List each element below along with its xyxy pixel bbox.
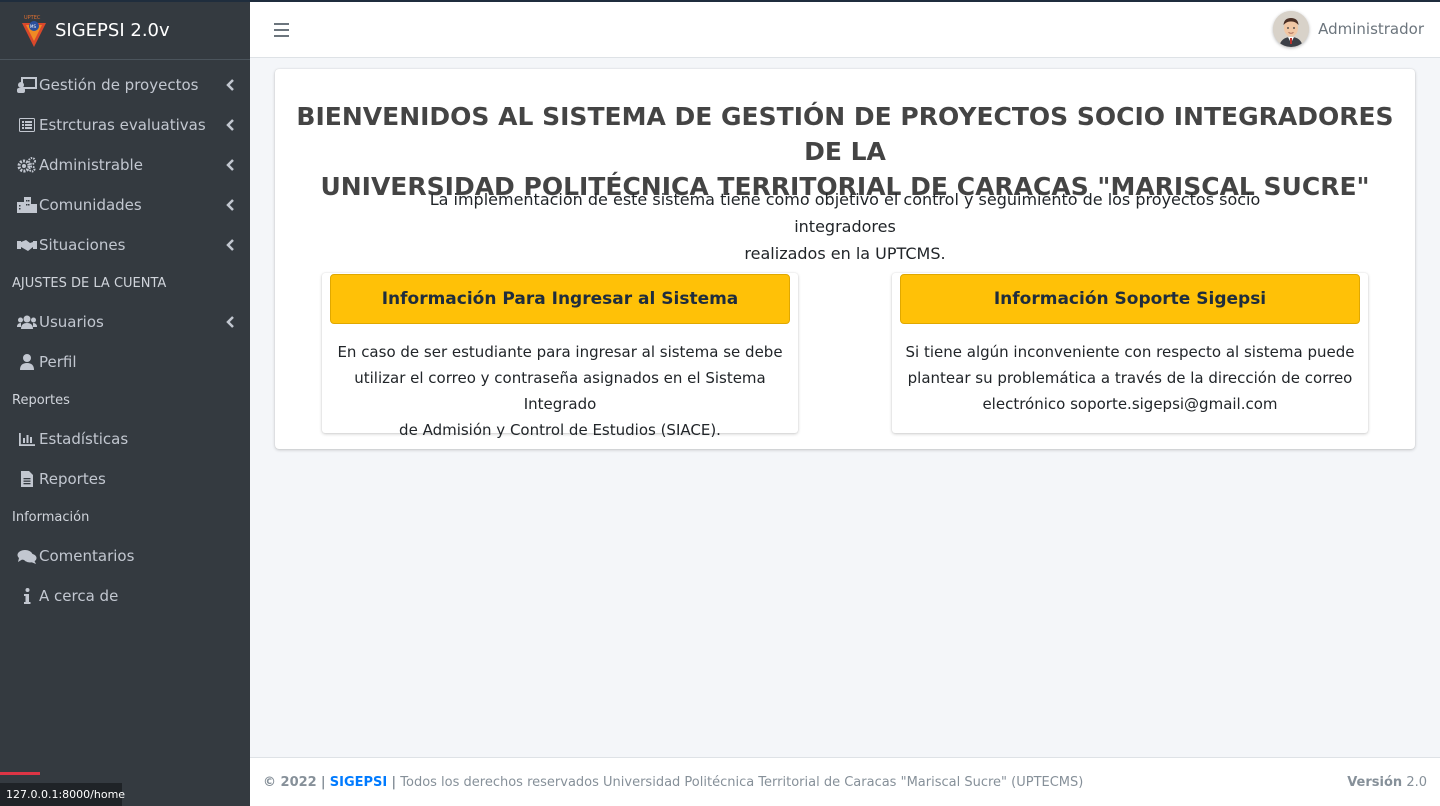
support-info-line-1: Si tiene algún inconveniente con respect… (905, 343, 1355, 361)
file-alt-icon (16, 471, 38, 487)
sidebar-item-usuarios[interactable]: Usuarios (0, 302, 250, 342)
footer-copyright: © 2022 (263, 774, 317, 790)
sidebar-item-label: Comentarios (39, 547, 135, 565)
sidebar-item-label: Administrable (39, 156, 143, 174)
handshake-icon (16, 237, 38, 253)
support-info-line-3: electrónico soporte.sigepsi@gmail.com (982, 395, 1278, 413)
hamburger-menu-icon[interactable] (274, 23, 289, 37)
sidebar-item-situaciones[interactable]: Situaciones (0, 225, 250, 265)
comments-icon (16, 548, 38, 564)
sidebar-item-label: Estadísticas (39, 430, 129, 448)
sidebar-item-estadisticas[interactable]: Estadísticas (0, 419, 250, 459)
nav-header-reports: Reportes (12, 393, 70, 408)
svg-text:UPTEC: UPTEC (24, 15, 41, 21)
sidebar: UPTEC MS SIGEPSI 2.0v Gestión de proyect… (0, 0, 250, 806)
login-info-line-1: En caso de ser estudiante para ingresar … (337, 343, 783, 361)
sidebar-item-acerca-de[interactable]: A cerca de (0, 576, 250, 616)
cogs-icon (16, 157, 38, 173)
sidebar-item-label: Estrcturas evaluativas (39, 116, 206, 134)
support-info-button[interactable]: Información Soporte Sigepsi (900, 274, 1360, 324)
info-card-login: Información Para Ingresar al Sistema En … (322, 273, 798, 439)
footer-rights: Todos los derechos reservados Universida… (400, 774, 1084, 790)
sidebar-item-reportes[interactable]: Reportes (0, 459, 250, 499)
page-subtitle-line-1: La implementación de este sistema tiene … (429, 190, 1261, 236)
brand-logo-icon: UPTEC MS (20, 13, 48, 49)
sidebar-item-administrable[interactable]: Administrable (0, 145, 250, 185)
sidebar-item-label: Usuarios (39, 313, 104, 331)
users-icon (16, 314, 38, 330)
brand-link[interactable]: UPTEC MS SIGEPSI 2.0v (0, 2, 250, 60)
user-menu[interactable]: Administrador (1273, 11, 1424, 47)
page-subtitle: La implementación de este sistema tiene … (395, 186, 1295, 267)
footer-version-value: 2.0 (1406, 774, 1427, 790)
sidebar-item-estructuras-evaluativas[interactable]: Estrcturas evaluativas (0, 105, 250, 145)
brand-title: SIGEPSI 2.0v (55, 20, 170, 41)
footer-separator: | (391, 774, 397, 790)
sidebar-item-label: A cerca de (39, 587, 119, 605)
footer: © 2022 | SIGEPSI | Todos los derechos re… (250, 757, 1440, 806)
info-icon (16, 588, 38, 604)
chevron-left-icon (226, 79, 234, 91)
support-info-text: Si tiene algún inconveniente con respect… (902, 339, 1358, 417)
list-alt-icon (16, 117, 38, 133)
info-card-support: Información Soporte Sigepsi Si tiene alg… (892, 273, 1368, 433)
page-subtitle-line-2: realizados en la UPTCMS. (744, 244, 946, 263)
sidebar-item-label: Comunidades (39, 196, 142, 214)
sidebar-item-label: Gestión de proyectos (39, 76, 199, 94)
chevron-left-icon (226, 119, 234, 131)
chevron-left-icon (226, 159, 234, 171)
page-title-line-1: BIENVENIDOS AL SISTEMA DE GESTIÓN DE PRO… (296, 102, 1394, 166)
status-indicator (0, 772, 40, 775)
sidebar-item-gestion-proyectos[interactable]: Gestión de proyectos (0, 65, 250, 105)
sidebar-item-comentarios[interactable]: Comentarios (0, 536, 250, 576)
chevron-left-icon (226, 316, 234, 328)
nav-header-info: Información (12, 510, 90, 525)
chalkboard-teacher-icon (16, 77, 38, 93)
footer-version-label: Versión (1347, 774, 1403, 790)
chevron-left-icon (226, 199, 234, 211)
sidebar-item-comunidades[interactable]: Comunidades (0, 185, 250, 225)
avatar (1273, 11, 1310, 47)
sidebar-item-label: Perfil (39, 353, 77, 371)
top-navbar: Administrador (250, 0, 1440, 58)
nav-header-account: AJUSTES DE LA CUENTA (12, 276, 167, 291)
sidebar-item-label: Situaciones (39, 236, 126, 254)
login-info-text: En caso de ser estudiante para ingresar … (332, 339, 788, 443)
svg-text:MS: MS (30, 24, 36, 29)
support-info-line-2: plantear su problemática a través de la … (907, 369, 1353, 387)
welcome-card: BIENVENIDOS AL SISTEMA DE GESTIÓN DE PRO… (275, 69, 1415, 449)
footer-version: Versión 2.0 (1347, 775, 1427, 790)
login-info-line-2: utilizar el correo y contraseña asignado… (354, 369, 766, 413)
sidebar-nav: Gestión de proyectos Estrcturas evaluati… (0, 65, 250, 616)
footer-brand-link[interactable]: SIGEPSI (330, 775, 387, 790)
user-icon (16, 354, 38, 370)
user-name: Administrador (1318, 20, 1424, 38)
sidebar-item-label: Reportes (39, 470, 106, 488)
sidebar-item-perfil[interactable]: Perfil (0, 342, 250, 382)
login-info-line-3: de Admisión y Control de Estudios (SIACE… (399, 421, 721, 439)
login-info-button[interactable]: Información Para Ingresar al Sistema (330, 274, 790, 324)
city-icon (16, 197, 38, 213)
footer-separator: | (320, 774, 326, 790)
chart-bar-icon (16, 431, 38, 447)
chevron-left-icon (226, 239, 234, 251)
browser-status-url: 127.0.0.1:8000/home (0, 783, 125, 806)
